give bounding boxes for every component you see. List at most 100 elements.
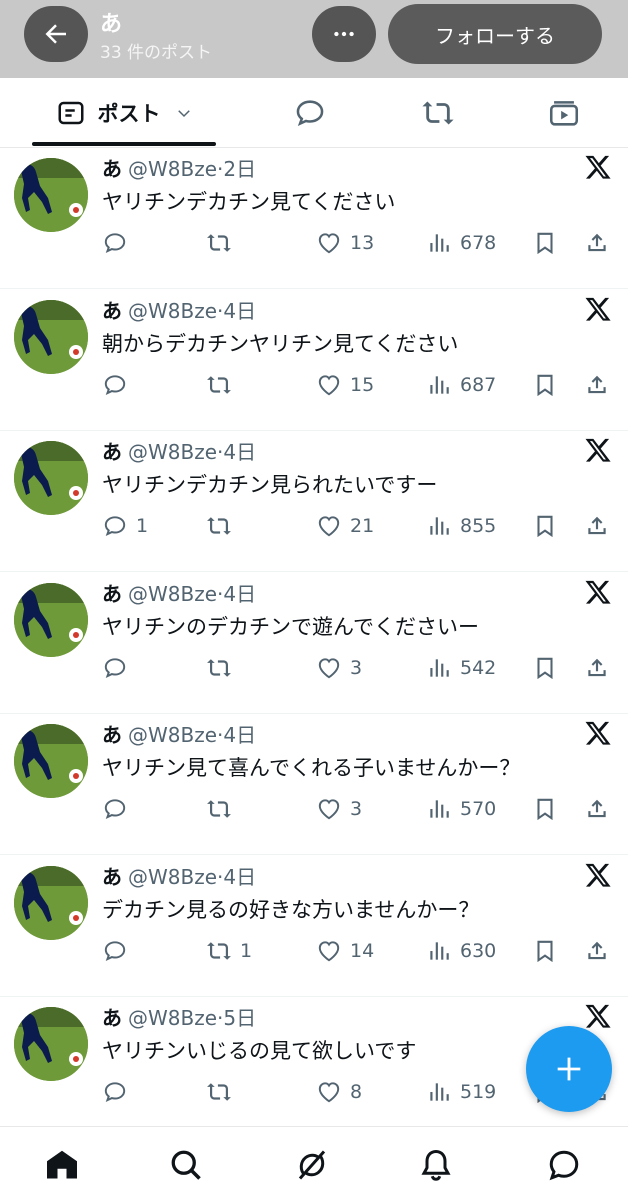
more-button[interactable] <box>312 6 376 62</box>
author-name[interactable]: あ <box>102 582 122 606</box>
nav-notifications[interactable] <box>418 1147 454 1183</box>
share-button[interactable] <box>584 509 610 543</box>
tweet[interactable]: あ @W8Bze·2日 ヤリチンデカチン見てください 13 678 <box>0 148 628 289</box>
reply-button[interactable] <box>102 934 136 968</box>
like-button[interactable]: 14 <box>316 934 374 968</box>
plus-icon <box>557 1057 581 1081</box>
like-button[interactable]: 3 <box>316 792 362 826</box>
repost-button[interactable] <box>206 792 240 826</box>
author-handle[interactable]: @W8Bze <box>128 1006 217 1030</box>
nav-messages[interactable] <box>546 1147 582 1183</box>
tab-replies[interactable] <box>280 78 340 148</box>
author-name[interactable]: あ <box>102 440 122 464</box>
repost-button[interactable] <box>206 1075 240 1109</box>
views-button[interactable]: 687 <box>426 368 496 402</box>
repost-icon <box>207 800 231 818</box>
like-button[interactable]: 8 <box>316 1075 362 1109</box>
tweet-header: あ @W8Bze·4日 <box>102 436 256 465</box>
repost-button[interactable] <box>206 226 240 260</box>
tweet-text: デカチン見るの好きな方いませんかー？ <box>102 897 480 922</box>
tab-media[interactable] <box>534 78 594 148</box>
share-button[interactable] <box>584 226 610 260</box>
bookmark-button[interactable] <box>532 226 558 260</box>
views-button[interactable]: 542 <box>426 651 496 685</box>
tweet[interactable]: あ @W8Bze·4日 朝からデカチンヤリチン見てください 15 687 <box>0 290 628 431</box>
views-button[interactable]: 855 <box>426 509 496 543</box>
avatar-image <box>14 582 88 657</box>
author-name[interactable]: あ <box>102 1006 122 1030</box>
tweet-time[interactable]: 4日 <box>223 723 256 747</box>
repost-button[interactable] <box>206 651 240 685</box>
bookmark-button[interactable] <box>532 792 558 826</box>
share-button[interactable] <box>584 934 610 968</box>
views-button[interactable]: 570 <box>426 792 496 826</box>
share-button[interactable] <box>584 651 610 685</box>
share-button[interactable] <box>584 368 610 402</box>
bookmark-button[interactable] <box>532 934 558 968</box>
tweet-time[interactable]: 4日 <box>223 440 256 464</box>
author-name[interactable]: あ <box>102 865 122 889</box>
view-count: 542 <box>460 656 497 679</box>
reply-button[interactable] <box>102 226 136 260</box>
reply-icon <box>104 799 126 819</box>
share-button[interactable] <box>584 792 610 826</box>
views-button[interactable]: 519 <box>426 1075 496 1109</box>
author-name[interactable]: あ <box>102 723 122 747</box>
avatar[interactable] <box>14 582 88 657</box>
tweet[interactable]: あ @W8Bze·4日 ヤリチンデカチン見られたいですー 1 21 855 <box>0 431 628 572</box>
tab-posts-label: ポスト <box>97 102 161 126</box>
repost-button[interactable] <box>206 509 240 543</box>
tweet[interactable]: あ @W8Bze·4日 ヤリチンのデカチンで遊んでくださいー 3 542 <box>0 573 628 714</box>
views-icon <box>430 375 449 394</box>
tweet-time[interactable]: 4日 <box>223 582 256 606</box>
share-icon <box>588 516 606 535</box>
nav-grok[interactable] <box>294 1147 330 1183</box>
reply-button[interactable] <box>102 1075 136 1109</box>
avatar[interactable] <box>14 724 88 798</box>
tweet-time[interactable]: 4日 <box>223 865 256 889</box>
back-button[interactable] <box>24 6 88 62</box>
author-handle[interactable]: @W8Bze <box>128 157 217 181</box>
share-icon <box>588 799 606 818</box>
compose-button[interactable] <box>526 1026 612 1112</box>
tab-reposts[interactable] <box>408 78 468 148</box>
follow-button[interactable]: フォローする <box>388 4 602 64</box>
repost-button[interactable] <box>206 368 240 402</box>
author-handle[interactable]: @W8Bze <box>128 723 217 747</box>
author-handle[interactable]: @W8Bze <box>128 299 217 323</box>
reply-count: 1 <box>136 515 149 537</box>
nav-home[interactable] <box>44 1147 80 1183</box>
like-button[interactable]: 15 <box>316 368 374 402</box>
reply-button[interactable] <box>102 651 136 685</box>
like-button[interactable]: 13 <box>316 226 374 260</box>
avatar[interactable] <box>14 158 88 232</box>
reply-button[interactable]: 1 <box>102 509 148 543</box>
avatar[interactable] <box>14 441 88 515</box>
tab-posts[interactable]: ポスト <box>32 78 216 148</box>
views-button[interactable]: 630 <box>426 934 496 968</box>
author-handle[interactable]: @W8Bze <box>128 582 217 606</box>
reply-button[interactable] <box>102 792 136 826</box>
avatar[interactable] <box>14 299 88 374</box>
author-handle[interactable]: @W8Bze <box>128 440 217 464</box>
bookmark-button[interactable] <box>532 651 558 685</box>
tweet-time[interactable]: 2日 <box>223 157 256 181</box>
repost-button[interactable]: 1 <box>206 934 252 968</box>
bookmark-icon <box>537 940 553 962</box>
author-name[interactable]: あ <box>102 299 122 323</box>
author-handle[interactable]: @W8Bze <box>128 865 217 889</box>
bookmark-button[interactable] <box>532 368 558 402</box>
tweet[interactable]: あ @W8Bze·4日 デカチン見るの好きな方いませんかー？ 1 14 630 <box>0 856 628 997</box>
avatar[interactable] <box>14 865 88 940</box>
tweet-time[interactable]: 5日 <box>223 1006 256 1030</box>
views-button[interactable]: 678 <box>426 226 496 260</box>
tweet-time[interactable]: 4日 <box>223 299 256 323</box>
nav-search[interactable] <box>168 1147 204 1183</box>
tweet[interactable]: あ @W8Bze·4日 ヤリチン見て喜んでくれる子いませんかー？ 3 570 <box>0 714 628 855</box>
like-button[interactable]: 3 <box>316 651 362 685</box>
reply-button[interactable] <box>102 368 136 402</box>
like-button[interactable]: 21 <box>316 509 374 543</box>
author-name[interactable]: あ <box>102 157 122 181</box>
bookmark-button[interactable] <box>532 509 558 543</box>
avatar[interactable] <box>14 1007 88 1081</box>
